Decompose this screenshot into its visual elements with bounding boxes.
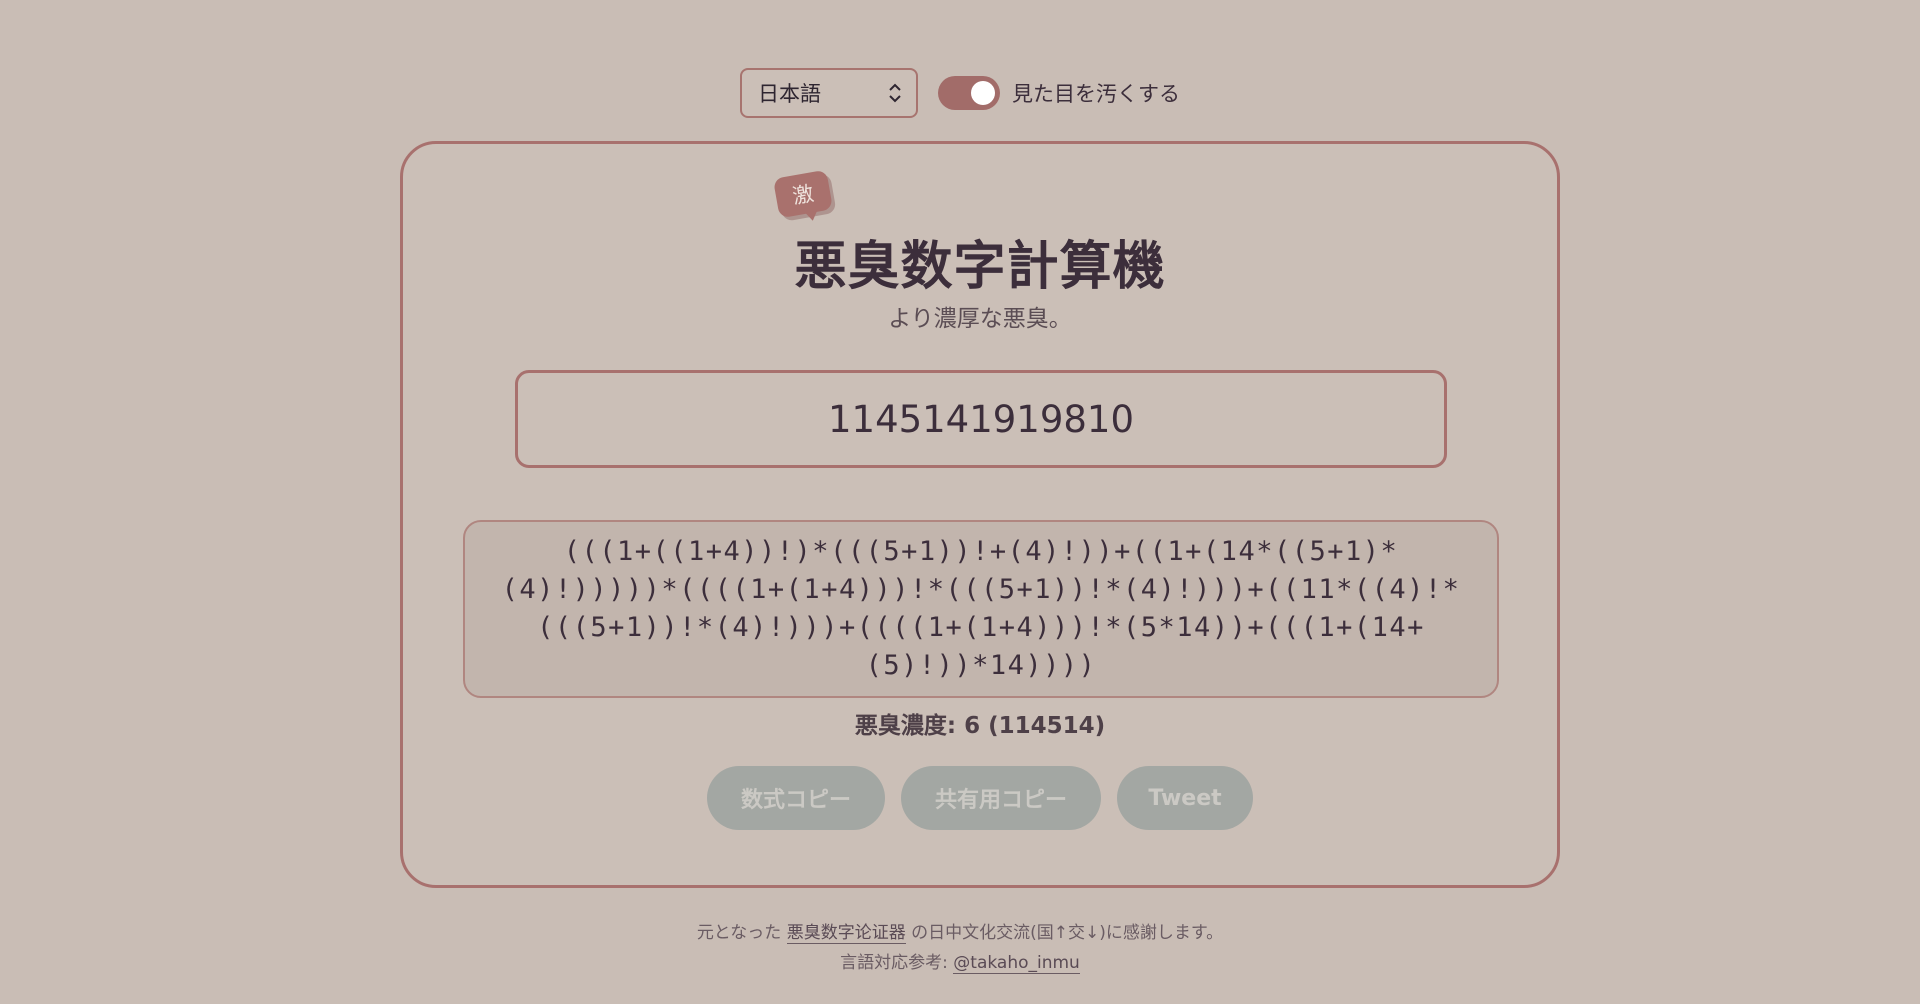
footer-line-credit: 元となった 悪臭数字论证器 の日中文化交流(国↑交↓)に感謝します。	[0, 918, 1920, 948]
footer-language-prefix: 言語対応参考:	[840, 953, 948, 973]
badge: 激	[772, 169, 834, 219]
number-input[interactable]	[515, 370, 1447, 468]
ugly-toggle-group: 見た目を汚くする	[938, 76, 1180, 110]
footer-language-link[interactable]: @takaho_inmu	[953, 953, 1080, 974]
ugly-toggle-label: 見た目を汚くする	[1012, 82, 1180, 106]
action-buttons: 数式コピー 共有用コピー Tweet	[403, 766, 1557, 830]
footer-credit-suffix: の日中文化交流(国↑交↓)に感謝します。	[911, 923, 1224, 943]
copy-formula-button[interactable]: 数式コピー	[707, 766, 885, 830]
page-subtitle: より濃厚な悪臭。	[888, 306, 1072, 332]
footer-line-language: 言語対応参考: @takaho_inmu	[0, 948, 1920, 978]
language-select[interactable]: 日本語	[740, 68, 918, 118]
toggle-knob	[971, 81, 995, 105]
badge-label: 激	[790, 181, 816, 209]
expression-text: (((1+((1+4))!)*(((5+1))!+(4)!))+((1+(14*…	[501, 536, 1461, 681]
page-title: 悪臭数字計算機	[794, 237, 1166, 297]
expression-output: (((1+((1+4))!)*(((5+1))!+(4)!))+((1+(14*…	[463, 520, 1499, 698]
footer-credit-link[interactable]: 悪臭数字论证器	[786, 923, 906, 944]
copy-share-button[interactable]: 共有用コピー	[901, 766, 1101, 830]
top-controls: 日本語 見た目を汚くする	[0, 68, 1920, 118]
select-arrows-icon	[888, 82, 902, 104]
footer: 元となった 悪臭数字论证器 の日中文化交流(国↑交↓)に感謝します。 言語対応参…	[0, 918, 1920, 978]
language-select-value: 日本語	[758, 82, 821, 106]
footer-credit-prefix: 元となった	[696, 923, 782, 943]
ugly-toggle-switch[interactable]	[938, 76, 1000, 110]
tweet-button[interactable]: Tweet	[1117, 766, 1253, 830]
density-readout: 悪臭濃度: 6 (114514)	[854, 713, 1106, 739]
calculator-card: 激 悪臭数字計算機 より濃厚な悪臭。 (((1+((1+4))!)*(((5+1…	[400, 141, 1560, 888]
